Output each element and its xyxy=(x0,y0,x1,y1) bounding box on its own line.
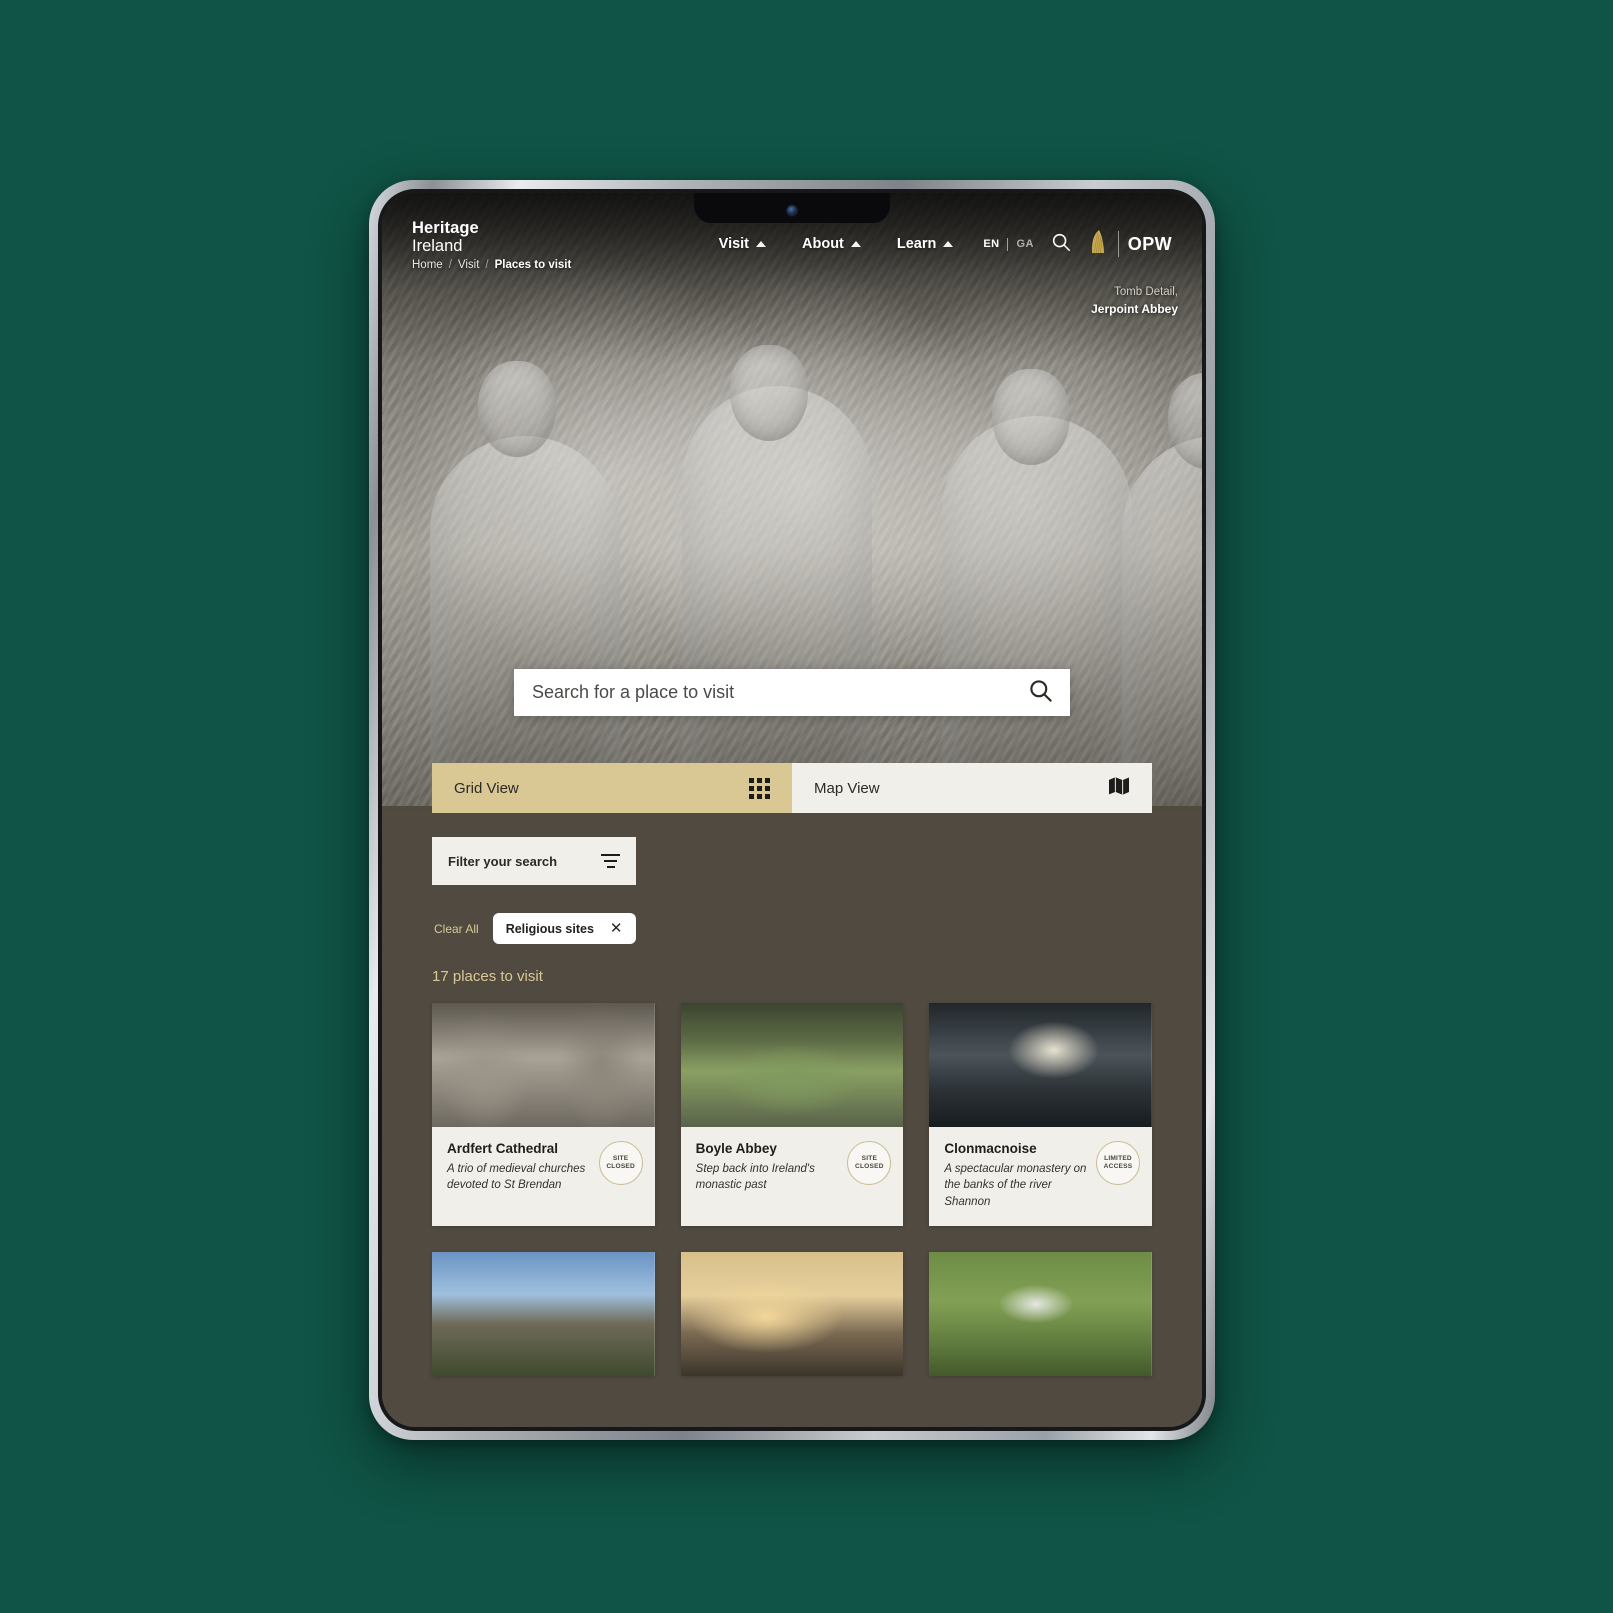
status-badge: SITE CLOSED xyxy=(847,1141,892,1185)
language-switcher: EN GA xyxy=(983,237,1033,251)
main-navigation: Visit About Learn EN GA OPW xyxy=(701,220,1172,260)
lang-option-ga[interactable]: GA xyxy=(1016,238,1033,250)
breadcrumb-item-visit[interactable]: Visit xyxy=(458,259,480,271)
tablet-screen: Heritage Ireland Visit About Learn EN GA… xyxy=(382,193,1202,1427)
hero-image-caption: Tomb Detail, Jerpoint Abbey xyxy=(1091,285,1178,317)
status-badge-line-1: SITE xyxy=(861,1154,878,1162)
nav-item-visit[interactable]: Visit xyxy=(701,236,784,252)
results-count: 17 places to visit xyxy=(432,968,543,985)
grid-icon xyxy=(749,777,770,799)
hero-caption-line-2: Jerpoint Abbey xyxy=(1091,301,1178,316)
harp-icon xyxy=(1088,228,1109,260)
tab-map-view-label: Map View xyxy=(814,779,880,797)
device-notch xyxy=(694,193,890,223)
screenshot-stage: Heritage Ireland Visit About Learn EN GA… xyxy=(0,0,1613,1613)
place-card[interactable] xyxy=(680,1251,904,1376)
search-submit-icon[interactable] xyxy=(1027,677,1054,709)
opw-logo[interactable]: OPW xyxy=(1088,228,1172,260)
opw-label: OPW xyxy=(1127,233,1172,254)
nav-item-label: Visit xyxy=(718,236,750,252)
hero-carving-decor xyxy=(942,416,1132,806)
view-mode-tabs: Grid View Map View xyxy=(432,763,1152,813)
brand-line-2: Ireland xyxy=(412,236,463,255)
place-card-thumbnail xyxy=(680,1003,904,1127)
nav-item-learn[interactable]: Learn xyxy=(879,236,972,252)
tab-grid-view-label: Grid View xyxy=(454,779,519,797)
breadcrumb-separator: / xyxy=(485,259,489,271)
nav-item-about[interactable]: About xyxy=(784,236,879,252)
opw-divider xyxy=(1117,231,1119,257)
place-card[interactable] xyxy=(929,1251,1152,1376)
status-badge: LIMITED ACCESS xyxy=(1096,1141,1140,1185)
status-badge-line-2: CLOSED xyxy=(854,1163,884,1170)
hero-carving-figure xyxy=(1168,373,1202,469)
place-card-body: Boyle Abbey Step back into Ireland's mon… xyxy=(681,1127,904,1210)
caret-up-icon xyxy=(850,241,861,247)
breadcrumb: Home / Visit / Places to visit xyxy=(412,259,571,271)
tab-map-view[interactable]: Map View xyxy=(792,763,1152,813)
place-card-title: Ardfert Cathedral xyxy=(447,1141,559,1156)
caret-up-icon xyxy=(943,241,954,247)
active-filters-row: Clear All Religious sites ✕ xyxy=(432,913,1152,944)
lang-divider xyxy=(1007,237,1009,251)
clear-all-button[interactable]: Clear All xyxy=(432,922,479,936)
hero-carving-figure xyxy=(478,361,556,457)
hero-carving-decor xyxy=(682,386,872,806)
status-badge-line-1: SITE xyxy=(612,1154,629,1162)
hero-carving-figure xyxy=(730,345,808,441)
search-icon[interactable] xyxy=(1050,231,1072,258)
place-card-title: Boyle Abbey xyxy=(695,1141,777,1156)
status-badge-line-2: ACCESS xyxy=(1103,1163,1133,1170)
place-card-description: A spectacular monastery on the banks of … xyxy=(944,1163,1087,1208)
results-grid: Ardfert Cathedral A trio of medieval chu… xyxy=(432,1003,1152,1376)
brand-line-1: Heritage xyxy=(412,219,479,237)
place-card-thumbnail xyxy=(432,1251,655,1376)
map-icon xyxy=(1108,776,1130,800)
filter-button-label: Filter your search xyxy=(448,853,558,869)
place-card-thumbnail xyxy=(680,1251,904,1376)
place-card-thumbnail xyxy=(929,1251,1152,1376)
place-card-body: Ardfert Cathedral A trio of medieval chu… xyxy=(432,1127,655,1210)
status-badge: SITE CLOSED xyxy=(598,1141,643,1185)
tablet-bezel: Heritage Ireland Visit About Learn EN GA… xyxy=(378,189,1206,1431)
place-card[interactable] xyxy=(432,1251,655,1376)
place-card[interactable]: Boyle Abbey Step back into Ireland's mon… xyxy=(680,1003,904,1226)
tablet-device-frame: Heritage Ireland Visit About Learn EN GA… xyxy=(369,180,1215,1440)
nav-item-label: About xyxy=(802,236,844,252)
site-logo[interactable]: Heritage Ireland xyxy=(412,219,479,256)
nav-item-label: Learn xyxy=(896,236,937,252)
breadcrumb-item-home[interactable]: Home xyxy=(412,259,443,271)
hero-caption-line-1: Tomb Detail, xyxy=(1114,286,1178,298)
front-camera-icon xyxy=(787,206,797,215)
caret-up-icon xyxy=(756,241,767,247)
search-input[interactable] xyxy=(532,682,1027,703)
place-card[interactable]: Ardfert Cathedral A trio of medieval chu… xyxy=(432,1003,655,1226)
tab-grid-view[interactable]: Grid View xyxy=(432,763,792,813)
status-badge-line-1: LIMITED xyxy=(1104,1154,1132,1162)
place-card-thumbnail xyxy=(929,1003,1152,1127)
filter-your-search-button[interactable]: Filter your search xyxy=(432,837,636,885)
filter-icon xyxy=(601,853,620,869)
status-badge-line-2: CLOSED xyxy=(606,1163,635,1170)
place-card-description: Step back into Ireland's monastic past xyxy=(695,1163,815,1192)
place-card-thumbnail xyxy=(432,1003,655,1127)
close-icon[interactable]: ✕ xyxy=(610,921,623,936)
breadcrumb-item-current: Places to visit xyxy=(494,259,572,271)
place-card-title: Clonmacnoise xyxy=(944,1141,1037,1156)
search-bar[interactable] xyxy=(514,669,1070,716)
filter-chip-label: Religious sites xyxy=(505,921,594,936)
breadcrumb-separator: / xyxy=(448,259,452,271)
filter-chip-religious-sites[interactable]: Religious sites ✕ xyxy=(492,913,636,944)
results-panel: Filter your search Clear All Religious s… xyxy=(382,813,1202,1427)
place-card-body: Clonmacnoise A spectacular monastery on … xyxy=(929,1127,1152,1226)
place-card-description: A trio of medieval churches devoted to S… xyxy=(447,1163,586,1192)
hero-carving-figure xyxy=(992,369,1070,465)
lang-option-en[interactable]: EN xyxy=(983,238,999,250)
hero-carving-decor xyxy=(1122,436,1202,806)
place-card[interactable]: Clonmacnoise A spectacular monastery on … xyxy=(929,1003,1152,1226)
hero-carving-decor xyxy=(430,436,620,806)
